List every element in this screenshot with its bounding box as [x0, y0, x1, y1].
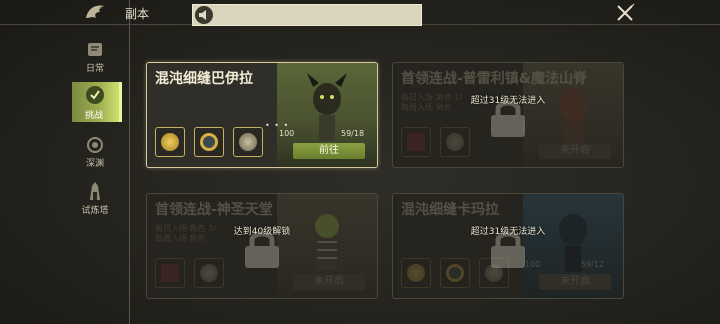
power-value: 100: [279, 129, 295, 138]
lock-message: 超过31级无法进入: [470, 96, 546, 106]
reward-coin-icon[interactable]: [155, 127, 185, 157]
page-title: 副本: [125, 7, 150, 21]
dungeon-card[interactable]: 混沌细缝卡玛拉 100 59/12 未开启 超过31级无法进入: [392, 193, 624, 299]
dungeon-card[interactable]: 首领连战-普雷利镇&魔法山脊 每日入场 角色 1/ 每周入场 角色 未开启 超过…: [392, 62, 624, 168]
entry-count: 59/18: [341, 129, 365, 138]
card-title: 混沌细缝巴伊拉: [155, 71, 253, 87]
tower-icon: [90, 182, 100, 200]
sidebar-item-label: 深渊: [85, 159, 104, 169]
dungeon-card[interactable]: 首领连战-神圣天堂 每日入场 角色 3/ 每周入场 角色 未开启 达到40级解锁: [146, 193, 378, 299]
shield-icon: [86, 86, 104, 104]
dragon-logo-icon: [86, 5, 104, 18]
close-icon[interactable]: [612, 2, 638, 24]
lock-message: 达到40级解锁: [233, 227, 291, 237]
sidebar-item-challenge[interactable]: 挑战: [72, 82, 122, 122]
dungeon-card[interactable]: 混沌细缝巴伊拉 • • • 100 59/18 前往: [146, 62, 378, 168]
reward-ring-icon[interactable]: [194, 127, 224, 157]
sidebar-divider: [129, 0, 130, 324]
vortex-icon: [87, 137, 103, 153]
go-button[interactable]: 前往: [293, 143, 365, 159]
reward-rune-icon[interactable]: [233, 127, 263, 157]
sidebar-item-abyss[interactable]: 深渊: [66, 135, 124, 169]
sidebar-item-label: 日常: [85, 64, 104, 74]
notice-bar[interactable]: [192, 4, 422, 26]
sidebar-item-label: 挑战: [84, 111, 103, 121]
speaker-icon: [195, 6, 213, 24]
scroll-icon: [88, 43, 102, 56]
sidebar-item-label: 试炼塔: [81, 206, 109, 216]
lock-message: 超过31级无法进入: [470, 227, 546, 237]
sidebar-item-trial-tower[interactable]: 试炼塔: [66, 180, 124, 216]
sidebar-item-daily[interactable]: 日常: [66, 40, 124, 74]
